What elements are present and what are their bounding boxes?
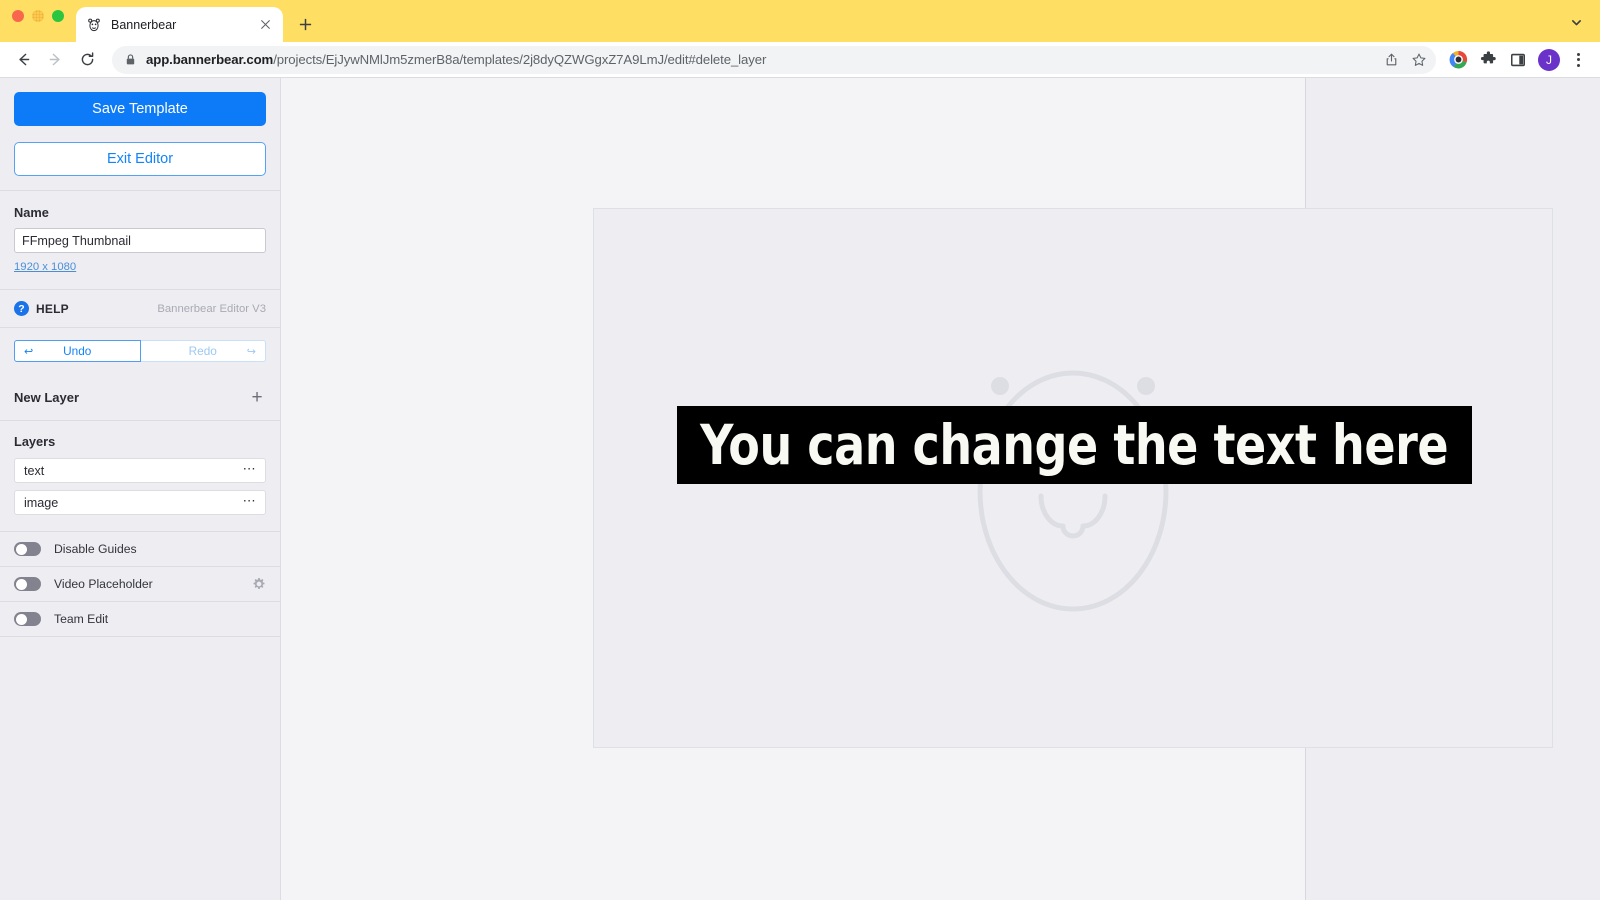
layers-title: Layers xyxy=(14,434,56,449)
redo-label: Redo xyxy=(188,344,217,358)
disable-guides-toggle[interactable] xyxy=(14,542,41,556)
new-tab-button[interactable] xyxy=(291,10,319,38)
new-layer-row[interactable]: New Layer + xyxy=(0,374,280,421)
tab-strip: Bannerbear xyxy=(0,0,1600,42)
exit-editor-button[interactable]: Exit Editor xyxy=(14,142,266,176)
help-row: ? HELP Bannerbear Editor V3 xyxy=(0,290,280,328)
new-layer-label: New Layer xyxy=(14,389,80,405)
layer-name: image xyxy=(24,495,59,510)
star-icon[interactable] xyxy=(1406,47,1432,73)
window-traffic-lights xyxy=(12,0,64,42)
close-icon[interactable] xyxy=(257,17,273,33)
arrow-left-icon[interactable] xyxy=(8,45,38,75)
share-icon[interactable] xyxy=(1378,47,1404,73)
tab-title: Bannerbear xyxy=(111,17,177,32)
three-dots-vertical-icon[interactable] xyxy=(1566,46,1590,74)
layer-row-image[interactable]: image ⋯ xyxy=(14,490,266,515)
arrow-right-icon[interactable] xyxy=(40,45,70,75)
address-bar-url: app.bannerbear.com/projects/EjJywNMlJm5z… xyxy=(146,52,1378,67)
undo-arrow-icon: ↩ xyxy=(24,345,34,358)
text-layer-content: You can change the text here xyxy=(700,412,1449,477)
undo-button[interactable]: ↩ Undo xyxy=(14,340,141,362)
help-label[interactable]: HELP xyxy=(36,302,69,316)
reload-icon[interactable] xyxy=(72,45,102,75)
team-edit-label: Team Edit xyxy=(54,612,109,626)
side-panel-icon[interactable] xyxy=(1504,46,1532,74)
undo-redo-group: ↩ Undo Redo ↪ xyxy=(0,328,280,374)
redo-button[interactable]: Redo ↪ xyxy=(140,340,266,362)
canvas-dimensions-link[interactable]: 1920 x 1080 xyxy=(14,261,76,273)
gear-icon[interactable] xyxy=(252,577,266,591)
window-zoom-button[interactable] xyxy=(52,10,64,22)
layer-name: text xyxy=(24,463,45,478)
bear-head-icon xyxy=(86,17,102,33)
toggle-row-video-placeholder: Video Placeholder xyxy=(0,567,280,602)
chevron-down-icon[interactable] xyxy=(1566,12,1586,32)
window-close-button[interactable] xyxy=(12,10,24,22)
ellipsis-icon[interactable]: ⋯ xyxy=(243,462,257,480)
toggle-row-team-edit: Team Edit xyxy=(0,602,280,637)
save-template-button[interactable]: Save Template xyxy=(14,92,266,126)
sidebar-actions-section: Save Template Exit Editor xyxy=(0,78,280,191)
puzzle-extensions-icon[interactable] xyxy=(1474,46,1502,74)
undo-label: Undo xyxy=(63,344,92,358)
window-minimize-button[interactable] xyxy=(32,10,44,22)
redo-arrow-icon: ↪ xyxy=(246,345,256,358)
browser-window: Bannerbear app.bannerbear.com/projects/E… xyxy=(0,0,1600,900)
video-placeholder-label: Video Placeholder xyxy=(54,577,153,591)
template-name-section: Name 1920 x 1080 xyxy=(0,191,280,290)
text-layer[interactable]: You can change the text here xyxy=(677,406,1472,484)
template-name-input[interactable] xyxy=(14,228,266,253)
lock-icon xyxy=(124,53,137,66)
extension-colorful-icon[interactable] xyxy=(1444,46,1472,74)
url-host: app.bannerbear.com xyxy=(146,52,274,67)
team-edit-toggle[interactable] xyxy=(14,612,41,626)
omnibox-actions xyxy=(1378,47,1432,73)
ellipsis-icon[interactable]: ⋯ xyxy=(243,494,257,512)
template-canvas[interactable]: You can change the text here xyxy=(593,208,1553,748)
toggle-row-disable-guides: Disable Guides xyxy=(0,532,280,567)
browser-toolbar: app.bannerbear.com/projects/EjJywNMlJm5z… xyxy=(0,42,1600,78)
question-circle-icon[interactable]: ? xyxy=(14,301,29,316)
editor-sidebar: Save Template Exit Editor Name 1920 x 10… xyxy=(0,78,281,900)
editor-workarea: You can change the text here xyxy=(281,78,1600,900)
plus-icon[interactable]: + xyxy=(248,388,266,407)
editor-version-label: Bannerbear Editor V3 xyxy=(157,302,266,315)
page-body: Save Template Exit Editor Name 1920 x 10… xyxy=(0,78,1600,900)
address-bar[interactable]: app.bannerbear.com/projects/EjJywNMlJm5z… xyxy=(112,45,1436,74)
avatar[interactable]: J xyxy=(1538,48,1560,71)
layers-section: Layers text ⋯ image ⋯ xyxy=(0,421,280,532)
layer-row-text[interactable]: text ⋯ xyxy=(14,458,266,483)
disable-guides-label: Disable Guides xyxy=(54,542,137,556)
url-path: /projects/EjJywNMlJm5zmerB8a/templates/2… xyxy=(273,52,767,67)
browser-tab-bannerbear[interactable]: Bannerbear xyxy=(76,7,283,42)
video-placeholder-toggle[interactable] xyxy=(14,577,41,591)
name-label: Name xyxy=(14,205,49,220)
